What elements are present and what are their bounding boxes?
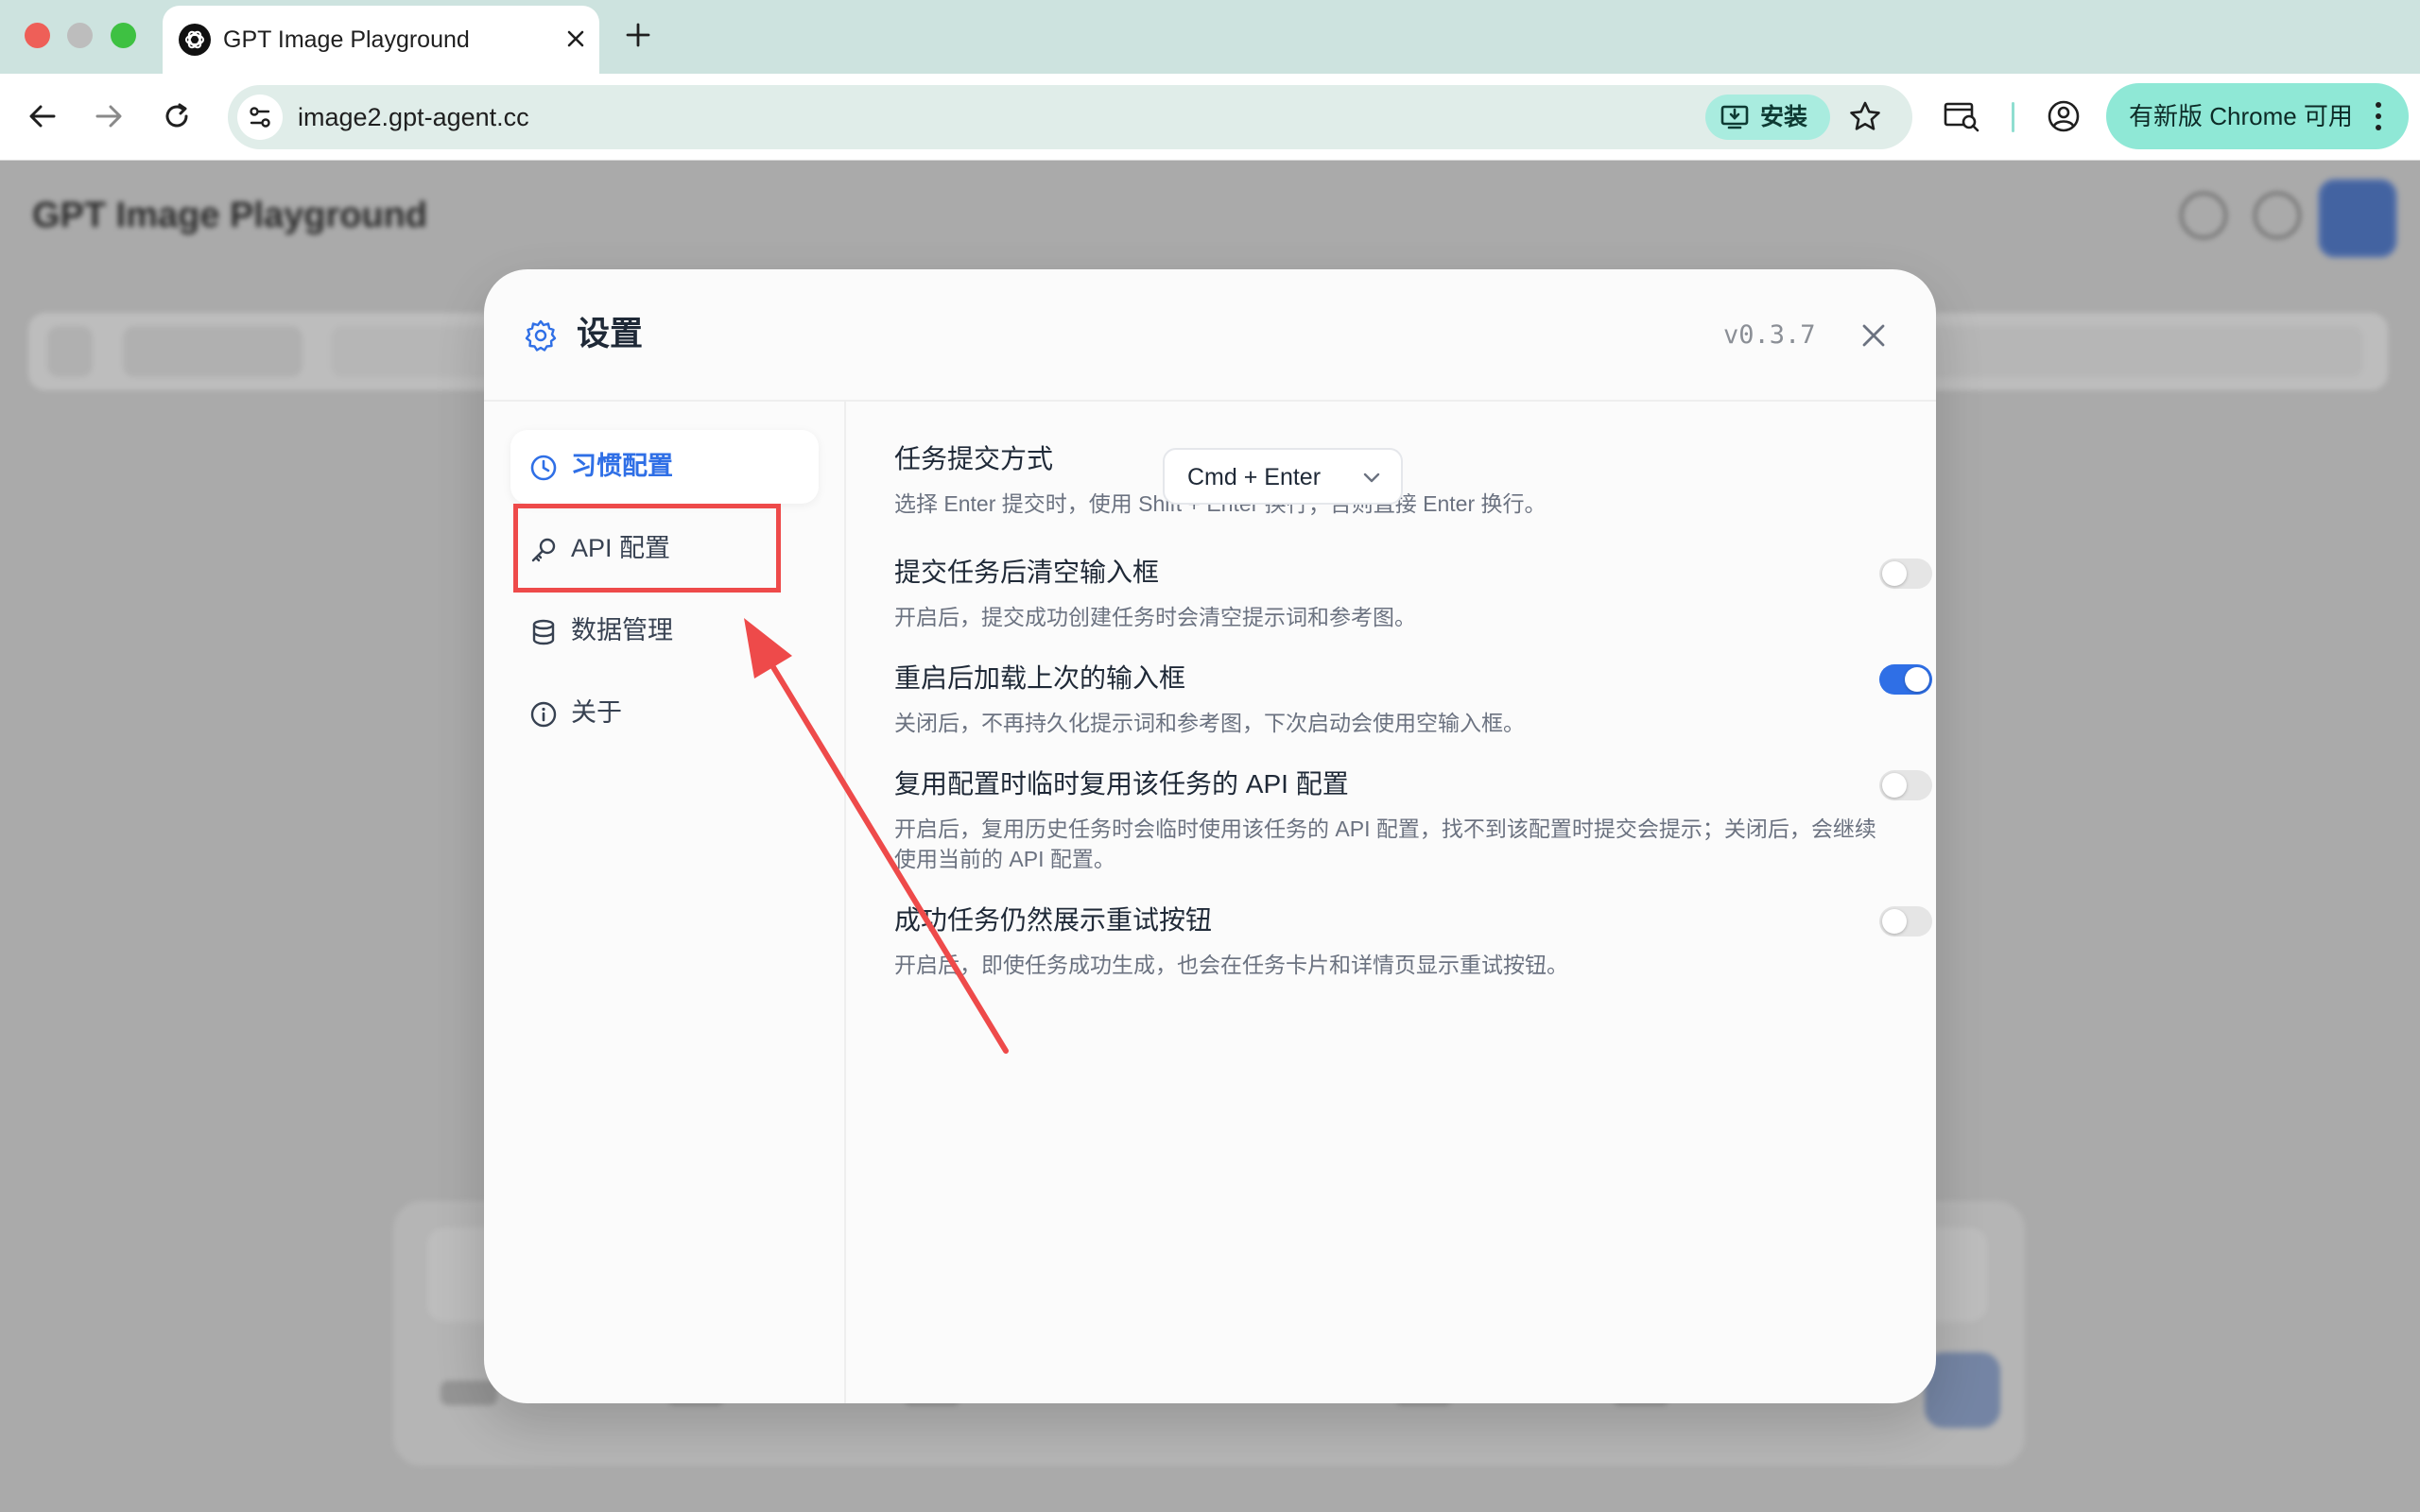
close-icon[interactable] bbox=[1855, 317, 1893, 354]
forward-icon[interactable] bbox=[89, 96, 129, 136]
toolbar-divider bbox=[2012, 102, 2014, 132]
gear-icon bbox=[525, 319, 557, 352]
browser-tab[interactable]: GPT Image Playground bbox=[163, 6, 599, 74]
version-label: v0.3.7 bbox=[1723, 320, 1816, 350]
clear-input-toggle[interactable] bbox=[1879, 558, 1932, 589]
setting-title: 任务提交方式 bbox=[894, 444, 1054, 473]
setting-reuse-api-config: 复用配置时临时复用该任务的 API 配置 开启后，复用历史任务时会临时使用该任务… bbox=[894, 766, 1932, 880]
tab-close-icon[interactable] bbox=[558, 21, 594, 57]
bookmark-star-icon[interactable] bbox=[1846, 98, 1884, 136]
settings-modal: 设置 v0.3.7 习惯配置 API 配置 数据管理 关于 任务提交方式 选择 … bbox=[484, 269, 1936, 1403]
modal-header: 设置 v0.3.7 bbox=[484, 269, 1936, 402]
database-icon bbox=[532, 619, 555, 645]
new-tab-icon[interactable] bbox=[619, 16, 657, 54]
back-icon[interactable] bbox=[23, 96, 62, 136]
window-close-button[interactable] bbox=[25, 23, 50, 48]
sidebar-item-preferences[interactable]: 习惯配置 bbox=[510, 430, 819, 504]
window-minimize-button[interactable] bbox=[67, 23, 93, 48]
browser-tabstrip: GPT Image Playground bbox=[0, 0, 2420, 74]
setting-title: 复用配置时临时复用该任务的 API 配置 bbox=[894, 769, 1349, 799]
tab-search-icon[interactable] bbox=[1940, 94, 1983, 138]
modal-title: 设置 bbox=[577, 316, 644, 352]
reload-icon[interactable] bbox=[157, 96, 197, 136]
more-vert-icon bbox=[2376, 102, 2381, 130]
setting-title: 重启后加载上次的输入框 bbox=[894, 663, 1186, 693]
window-maximize-button[interactable] bbox=[111, 23, 136, 48]
setting-show-retry: 成功任务仍然展示重试按钮 开启后，即使任务成功生成，也会在任务卡片和详情页显示重… bbox=[894, 902, 1932, 988]
setting-title: 提交任务后清空输入框 bbox=[894, 558, 1160, 587]
update-label: 有新版 Chrome 可用 bbox=[2129, 102, 2353, 130]
sidebar-item-label: 数据管理 bbox=[571, 616, 673, 644]
sidebar-item-label: 习惯配置 bbox=[571, 452, 673, 480]
sidebar-item-data[interactable]: 数据管理 bbox=[510, 594, 819, 668]
install-label: 安装 bbox=[1760, 104, 1808, 130]
select-value: Cmd + Enter bbox=[1187, 464, 1322, 490]
submit-mode-select[interactable]: Cmd + Enter bbox=[1163, 448, 1403, 505]
browser-toolbar: image2.gpt-agent.cc 安装 有新版 Chrome 可用 bbox=[0, 74, 2420, 161]
toggle-knob bbox=[1882, 561, 1907, 586]
setting-description: 关闭后，不再持久化提示词和参考图，下次启动会使用空输入框。 bbox=[894, 711, 1525, 735]
restore-input-toggle[interactable] bbox=[1879, 664, 1932, 695]
install-icon bbox=[1720, 105, 1749, 129]
setting-description: 开启后，提交成功创建任务时会清空提示词和参考图。 bbox=[894, 605, 1416, 629]
setting-title: 成功任务仍然展示重试按钮 bbox=[894, 905, 1213, 935]
chevron-down-icon bbox=[1363, 472, 1380, 483]
toggle-knob bbox=[1905, 667, 1929, 692]
reuse-api-config-toggle[interactable] bbox=[1879, 770, 1932, 800]
profile-icon[interactable] bbox=[2042, 94, 2085, 138]
clock-icon bbox=[530, 455, 557, 481]
setting-restore-input: 重启后加载上次的输入框 关闭后，不再持久化提示词和参考图，下次启动会使用空输入框… bbox=[894, 661, 1932, 746]
sidebar-item-about[interactable]: 关于 bbox=[510, 677, 819, 750]
sidebar-item-label: 关于 bbox=[571, 698, 622, 727]
info-icon bbox=[530, 701, 557, 728]
setting-description: 开启后，复用历史任务时会临时使用该任务的 API 配置，找不到该配置时提交会提示… bbox=[894, 816, 1876, 871]
annotation-highlight-box bbox=[513, 504, 781, 593]
url-text[interactable]: image2.gpt-agent.cc bbox=[298, 100, 529, 134]
address-bar[interactable]: image2.gpt-agent.cc 安装 bbox=[228, 85, 1912, 149]
tab-title: GPT Image Playground bbox=[223, 26, 470, 53]
toggle-knob bbox=[1882, 773, 1907, 798]
settings-content: 任务提交方式 选择 Enter 提交时，使用 Shift + Enter 换行；… bbox=[846, 402, 1936, 1403]
setting-description: 开启后，即使任务成功生成，也会在任务卡片和详情页显示重试按钮。 bbox=[894, 953, 1568, 977]
tune-icon bbox=[250, 107, 270, 128]
site-info-button[interactable] bbox=[237, 94, 283, 140]
chrome-update-button[interactable]: 有新版 Chrome 可用 bbox=[2106, 83, 2409, 149]
install-app-button[interactable]: 安装 bbox=[1705, 94, 1830, 140]
setting-clear-input: 提交任务后清空输入框 开启后，提交成功创建任务时会清空提示词和参考图。 bbox=[894, 555, 1932, 640]
toggle-knob bbox=[1882, 909, 1907, 934]
show-retry-toggle[interactable] bbox=[1879, 906, 1932, 936]
openai-logo-icon bbox=[179, 24, 211, 56]
